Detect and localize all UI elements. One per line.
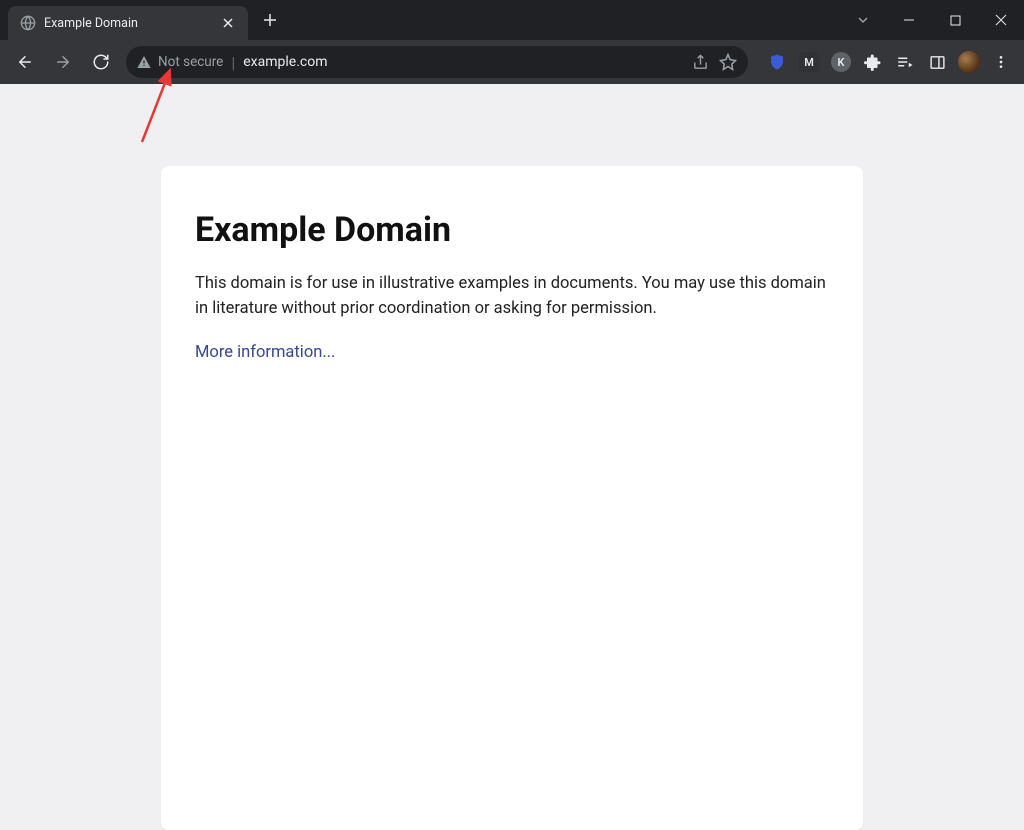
reload-button[interactable] (84, 45, 118, 79)
more-information-link[interactable]: More information... (195, 343, 335, 362)
content-card: Example Domain This domain is for use in… (161, 166, 863, 830)
bookmark-star-icon[interactable] (718, 52, 738, 72)
playlist-extension-icon[interactable] (890, 47, 920, 77)
page-paragraph: This domain is for use in illustrative e… (195, 272, 829, 322)
globe-icon (20, 15, 36, 31)
m-extension-icon[interactable]: M (794, 47, 824, 77)
side-panel-icon[interactable] (922, 47, 952, 77)
url-text: example.com (243, 54, 682, 70)
share-icon[interactable] (690, 52, 710, 72)
shield-extension-icon[interactable] (762, 47, 792, 77)
maximize-button[interactable] (932, 5, 978, 35)
browser-tab[interactable]: Example Domain (8, 6, 248, 40)
page-heading: Example Domain (195, 210, 829, 250)
window-controls (840, 0, 1024, 40)
chrome-menu-icon[interactable] (986, 47, 1016, 77)
extensions-area: M K (756, 47, 1016, 77)
tab-title: Example Domain (44, 16, 212, 31)
back-button[interactable] (8, 45, 42, 79)
toolbar: Not secure | example.com M K (0, 40, 1024, 84)
page-viewport: Example Domain This domain is for use in… (0, 84, 1024, 830)
tab-search-chevron-icon[interactable] (840, 5, 886, 35)
minimize-button[interactable] (886, 5, 932, 35)
titlebar: Example Domain (0, 0, 1024, 40)
not-secure-indicator[interactable]: Not secure (136, 54, 223, 70)
extensions-puzzle-icon[interactable] (858, 47, 888, 77)
new-tab-button[interactable] (256, 6, 284, 34)
not-secure-label: Not secure (158, 54, 223, 70)
profile-avatar[interactable] (954, 47, 984, 77)
k-badge-label: K (831, 52, 851, 72)
tab-strip: Example Domain (0, 0, 284, 40)
warning-triangle-icon (136, 54, 152, 70)
k-extension-icon[interactable]: K (826, 47, 856, 77)
forward-button[interactable] (46, 45, 80, 79)
close-tab-icon[interactable] (220, 15, 236, 31)
m-badge-label: M (799, 52, 819, 72)
close-window-button[interactable] (978, 5, 1024, 35)
address-bar[interactable]: Not secure | example.com (126, 46, 748, 78)
omnibox-separator: | (231, 53, 235, 72)
avatar-image (958, 51, 980, 73)
